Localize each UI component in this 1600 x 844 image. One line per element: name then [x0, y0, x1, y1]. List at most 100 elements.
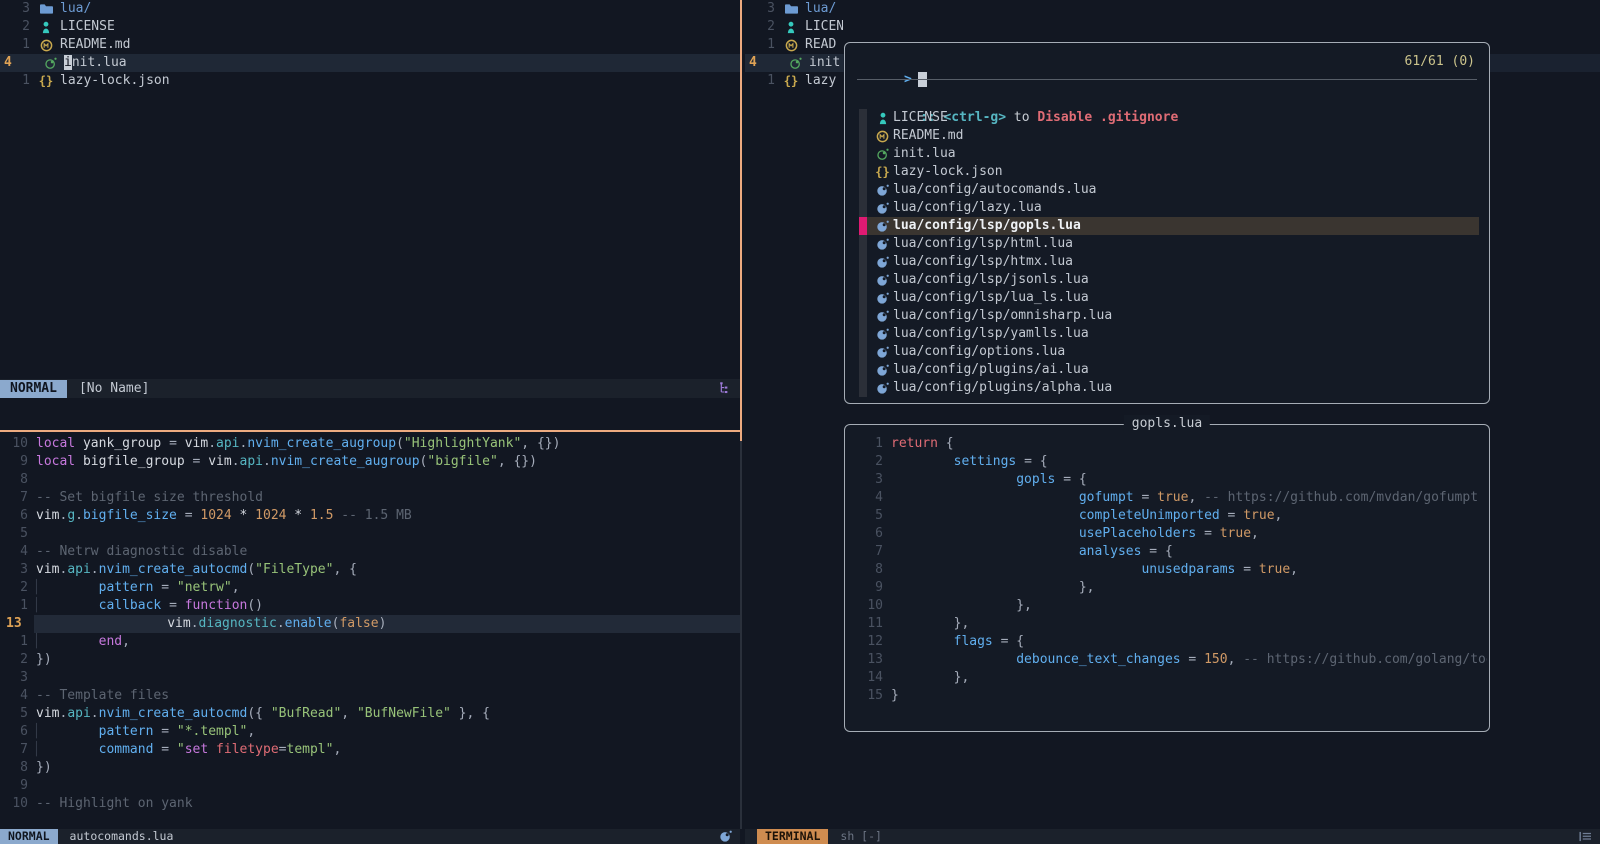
file-row[interactable]: 4init.lua — [0, 54, 740, 72]
block-cursor: i — [64, 55, 72, 70]
code-line[interactable]: 7-- Set bigfile size threshold — [0, 489, 740, 507]
picker-item[interactable]: init.lua — [867, 145, 1479, 163]
code-line[interactable]: 13 vim.diagnostic.enable(false) — [0, 615, 740, 633]
mode-badge: NORMAL — [0, 829, 58, 844]
line-number: 7 — [0, 489, 28, 507]
line-number: 4 — [745, 54, 779, 72]
code-line[interactable]: 5vim.api.nvim_create_autocmd({ "BufRead"… — [0, 705, 740, 723]
line-number: 4 — [0, 54, 34, 72]
file-row[interactable]: 1{}lazy-lock.json — [0, 72, 740, 90]
picker-item[interactable]: lua/config/lazy.lua — [867, 199, 1479, 217]
lua-file-icon — [875, 292, 890, 305]
line-number: 12 — [855, 633, 883, 651]
file-row[interactable]: 1{}lazy — [745, 72, 843, 90]
code-line[interactable]: 4 gofumpt = true, -- https://github.com/… — [855, 489, 1487, 507]
picker-item[interactable]: lua/config/plugins/ai.lua — [867, 361, 1479, 379]
json-icon: {} — [783, 72, 799, 90]
picker-item[interactable]: lua/config/lsp/omnisharp.lua — [867, 307, 1479, 325]
selection-marker — [859, 217, 867, 235]
picker-gutter[interactable] — [859, 109, 867, 397]
code-line[interactable]: 3vim.api.nvim_create_autocmd("FileType",… — [0, 561, 740, 579]
code-line[interactable]: 8}) — [0, 759, 740, 777]
picker-item[interactable]: README.md — [867, 127, 1479, 145]
code-line[interactable]: 11 }, — [855, 615, 1487, 633]
code-line[interactable]: 8 — [0, 471, 740, 489]
picker-item[interactable]: lua/config/options.lua — [867, 343, 1479, 361]
code-line[interactable]: 4-- Template files — [0, 687, 740, 705]
code-line[interactable]: 10-- Highlight on yank — [0, 795, 740, 813]
picker-item[interactable]: lua/config/lsp/lua_ls.lua — [867, 289, 1479, 307]
code-line[interactable]: 7▏ command = "set filetype=templ", — [0, 741, 740, 759]
preview-code: 1return {2 settings = {3 gopls = {4 gofu… — [855, 435, 1487, 705]
code-line[interactable]: 3 gopls = { — [855, 471, 1487, 489]
code-line[interactable]: 6vim.g.bigfile_size = 1024 * 1024 * 1.5 … — [0, 507, 740, 525]
line-number: 1 — [0, 633, 28, 651]
window-separator[interactable] — [740, 441, 742, 829]
code-editor-autocomands: 10local yank_group = vim.api.nvim_create… — [0, 435, 740, 813]
lua-file-icon — [875, 202, 890, 215]
picker-prompt[interactable]: > — [857, 53, 927, 71]
code-line[interactable]: 1▏ end, — [0, 633, 740, 651]
picker-item[interactable]: lua/config/lsp/jsonls.lua — [867, 271, 1479, 289]
code-line[interactable]: 2}) — [0, 651, 740, 669]
picker-item[interactable]: lua/config/lsp/yamlls.lua — [867, 325, 1479, 343]
prompt-separator — [857, 79, 1477, 80]
code-line[interactable]: 1▏ callback = function() — [0, 597, 740, 615]
markdown-icon — [38, 39, 54, 52]
code-line[interactable]: 9 — [0, 777, 740, 795]
code-line[interactable]: 9local bigfile_group = vim.api.nvim_crea… — [0, 453, 740, 471]
code-line[interactable]: 6▏ pattern = "*.templ", — [0, 723, 740, 741]
code-line[interactable]: 9 }, — [855, 579, 1487, 597]
code-line[interactable]: 10 }, — [855, 597, 1487, 615]
code-line[interactable]: 7 analyses = { — [855, 543, 1487, 561]
code-line[interactable]: 12 flags = { — [855, 633, 1487, 651]
window-separator-active[interactable] — [740, 0, 742, 441]
code-line[interactable]: 6 usePlaceholders = true, — [855, 525, 1487, 543]
code-line[interactable]: 8 unusedparams = true, — [855, 561, 1487, 579]
file-row[interactable]: 1README.md — [0, 36, 740, 54]
code-line[interactable]: 2 settings = { — [855, 453, 1487, 471]
line-number: 10 — [0, 435, 28, 453]
buffer-name: sh [-] — [840, 829, 882, 844]
code-line[interactable]: 14 }, — [855, 669, 1487, 687]
picker-item[interactable]: LICENSE — [867, 109, 1479, 127]
line-number: 15 — [855, 687, 883, 705]
code-line[interactable]: 10local yank_group = vim.api.nvim_create… — [0, 435, 740, 453]
file-row[interactable]: 3lua/ — [0, 0, 740, 18]
file-row[interactable]: 4init — [745, 54, 843, 72]
line-number: 5 — [0, 705, 28, 723]
preview-title: gopls.lua — [1124, 415, 1210, 433]
code-line[interactable]: 5 completeUnimported = true, — [855, 507, 1487, 525]
picker-item[interactable]: lua/config/lsp/htmx.lua — [867, 253, 1479, 271]
line-number: 8 — [0, 759, 28, 777]
line-number: 2 — [855, 453, 883, 471]
code-line[interactable]: 4-- Netrw diagnostic disable — [0, 543, 740, 561]
file-row[interactable]: 2LICENSE — [745, 18, 843, 36]
lua-file-icon — [875, 220, 890, 233]
lua-file-icon — [875, 184, 890, 197]
code-line[interactable]: 2▏ pattern = "netrw", — [0, 579, 740, 597]
picker-item[interactable]: lua/config/lsp/html.lua — [867, 235, 1479, 253]
picker-item[interactable]: lua/config/lsp/gopls.lua — [867, 217, 1479, 235]
line-number: 3 — [0, 0, 30, 18]
picker-item[interactable]: lua/config/autocomands.lua — [867, 181, 1479, 199]
code-line[interactable]: 5 — [0, 525, 740, 543]
line-number: 13 — [0, 615, 34, 633]
line-number: 2 — [0, 651, 28, 669]
file-row[interactable]: 2LICENSE — [0, 18, 740, 36]
code-line[interactable]: 3 — [0, 669, 740, 687]
lua-init-icon — [875, 148, 890, 161]
file-row[interactable]: 3lua/ — [745, 0, 843, 18]
code-line[interactable]: 1return { — [855, 435, 1487, 453]
line-number: 7 — [855, 543, 883, 561]
file-row[interactable]: 1READ — [745, 36, 843, 54]
line-number: 1 — [745, 36, 775, 54]
markdown-icon — [875, 130, 890, 143]
picker-item[interactable]: lua/config/plugins/alpha.lua — [867, 379, 1479, 397]
code-line[interactable]: 15} — [855, 687, 1487, 705]
line-number: 3 — [745, 0, 775, 18]
picker-header: :: <ctrl-g> to Disable .gitignore — [873, 91, 1178, 109]
code-line[interactable]: 13 debounce_text_changes = 150, -- https… — [855, 651, 1487, 669]
picker-item[interactable]: {}lazy-lock.json — [867, 163, 1479, 181]
license-icon — [38, 21, 54, 34]
